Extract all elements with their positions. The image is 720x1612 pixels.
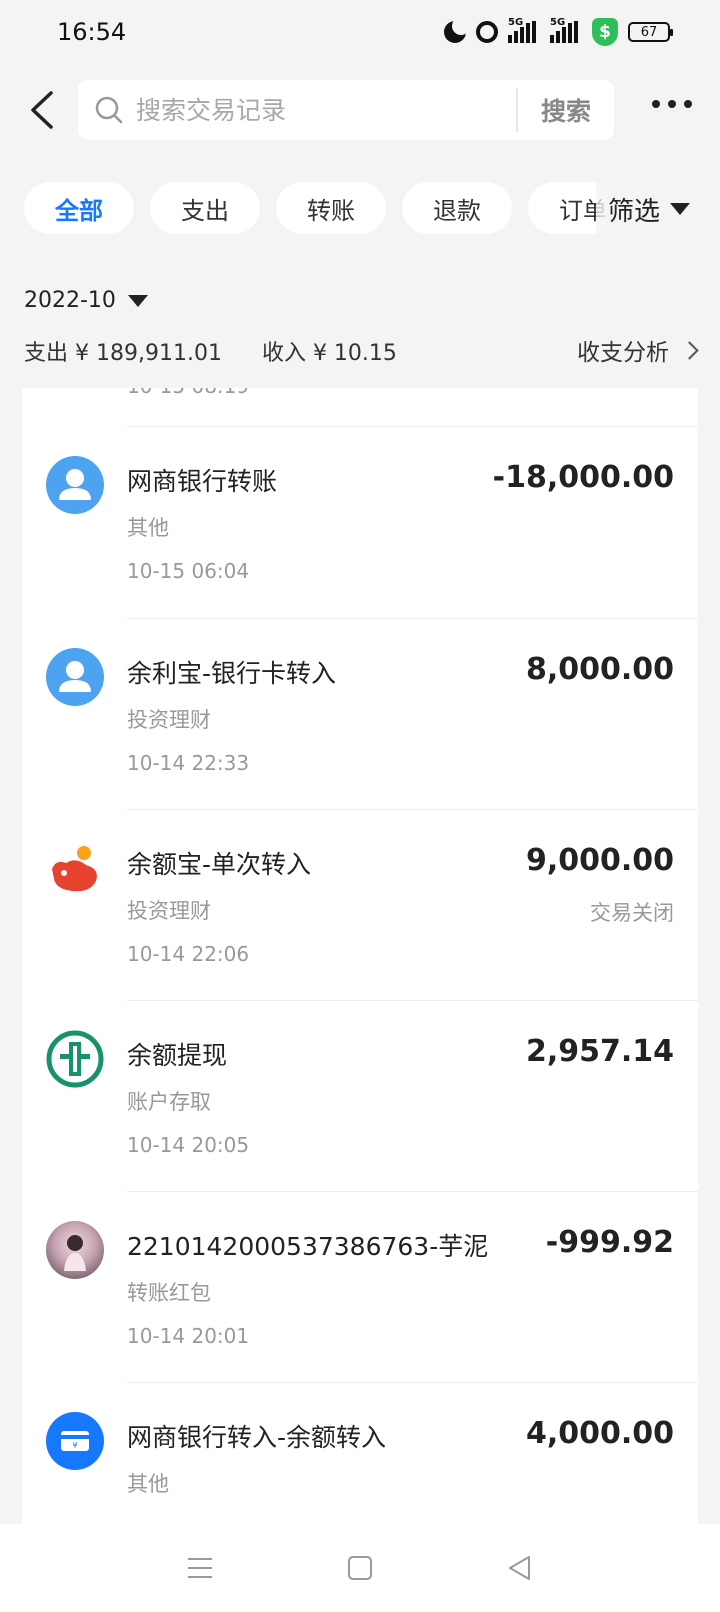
home-square-icon bbox=[348, 1556, 372, 1580]
alarm-icon bbox=[476, 21, 498, 43]
search-header: 搜索 bbox=[0, 78, 720, 142]
back-triangle-icon bbox=[509, 1556, 530, 1580]
more-dot bbox=[668, 100, 676, 108]
item-time: 10-15 06:04 bbox=[127, 559, 250, 583]
search-button[interactable]: 搜索 bbox=[518, 92, 614, 128]
svg-text:¥: ¥ bbox=[72, 1441, 77, 1450]
person-icon bbox=[46, 648, 104, 706]
item-time: 10-14 22:33 bbox=[127, 751, 250, 775]
signal-5g-icon: 5G bbox=[550, 17, 582, 43]
shield-dollar-icon: $ bbox=[592, 18, 618, 46]
item-category: 投资理财 bbox=[127, 708, 211, 732]
list-item[interactable]: ¥ 网商银行转入-余额转入 其他 4,000.00 bbox=[22, 1382, 698, 1524]
item-status: 交易关闭 bbox=[590, 901, 674, 925]
list-item-partial[interactable]: 10-15 08:19 bbox=[22, 388, 698, 428]
moon-icon bbox=[444, 17, 470, 43]
item-title: 网商银行转入-余额转入 bbox=[127, 1423, 387, 1452]
status-icons: 5G 5G $ 67 bbox=[444, 17, 673, 46]
menu-icon bbox=[188, 1558, 212, 1578]
item-amount: 4,000.00 bbox=[525, 1416, 674, 1451]
bank-logo-icon bbox=[46, 1030, 104, 1088]
search-box[interactable]: 搜索 bbox=[78, 80, 614, 140]
list-item[interactable]: 余利宝-银行卡转入 投资理财 10-14 22:33 8,000.00 bbox=[22, 618, 698, 814]
item-title: 余额宝-单次转入 bbox=[127, 850, 312, 879]
more-button[interactable] bbox=[652, 100, 692, 108]
menu-button[interactable] bbox=[180, 1548, 220, 1588]
divider bbox=[127, 1382, 698, 1383]
chevron-left-icon bbox=[31, 91, 53, 129]
list-item[interactable]: 2210142000537386763-芋泥 转账红包 10-14 20:01 … bbox=[22, 1191, 698, 1387]
caret-down-icon bbox=[670, 203, 691, 215]
list-item[interactable]: 网商银行转账 其他 10-15 06:04 -18,000.00 bbox=[22, 426, 698, 622]
list-item[interactable]: 余额提现 账户存取 10-14 20:05 2,957.14 bbox=[22, 1000, 698, 1196]
battery-icon: 67 bbox=[628, 22, 673, 42]
item-amount: 8,000.00 bbox=[525, 652, 674, 687]
item-amount: 2,957.14 bbox=[525, 1034, 674, 1069]
transaction-list: 10-15 08:19 网商银行转账 其他 10-15 06:04 -18,00… bbox=[22, 388, 698, 1524]
search-input[interactable] bbox=[124, 95, 516, 125]
filter-button[interactable]: 筛选 bbox=[596, 182, 720, 236]
item-amount: 9,000.00 bbox=[525, 843, 674, 878]
signal-5g-icon: 5G bbox=[508, 17, 540, 43]
divider bbox=[127, 809, 698, 810]
item-category: 转账红包 bbox=[127, 1281, 211, 1305]
item-amount: -999.92 bbox=[545, 1225, 674, 1260]
filter-label: 筛选 bbox=[608, 196, 661, 227]
item-category: 投资理财 bbox=[127, 899, 211, 923]
status-time: 16:54 bbox=[57, 18, 127, 46]
yuebao-icon bbox=[46, 839, 104, 897]
status-bar: 16:54 5G 5G $ 67 bbox=[0, 0, 720, 64]
item-category: 账户存取 bbox=[127, 1090, 211, 1114]
analysis-label: 收支分析 bbox=[577, 340, 669, 366]
list-item[interactable]: 余额宝-单次转入 投资理财 10-14 22:06 9,000.00 交易关闭 bbox=[22, 809, 698, 1005]
divider bbox=[127, 1191, 698, 1192]
item-title: 2210142000537386763-芋泥 bbox=[127, 1232, 489, 1261]
summary-row: 支出 ¥ 189,911.01 收入 ¥ 10.15 收支分析 bbox=[24, 333, 699, 367]
income-total: 收入 ¥ 10.15 bbox=[261, 341, 397, 366]
item-time: 10-14 20:05 bbox=[127, 1133, 250, 1157]
analysis-link[interactable]: 收支分析 bbox=[577, 333, 699, 367]
month-selector[interactable]: 2022-10 bbox=[24, 288, 148, 313]
item-title: 余额提现 bbox=[127, 1041, 228, 1070]
divider bbox=[127, 618, 698, 619]
caret-down-icon bbox=[127, 294, 148, 307]
search-icon bbox=[94, 95, 124, 125]
divider bbox=[127, 426, 698, 427]
item-time: 10-14 20:01 bbox=[127, 1324, 250, 1348]
item-title: 余利宝-银行卡转入 bbox=[127, 659, 337, 688]
back-nav-button[interactable] bbox=[500, 1548, 540, 1588]
filter-chips: 全部 支出 转账 退款 订单 筛选 bbox=[0, 182, 720, 236]
card-icon: ¥ bbox=[46, 1412, 104, 1470]
chip-expense[interactable]: 支出 bbox=[150, 182, 260, 234]
item-time: 10-14 22:06 bbox=[127, 942, 250, 966]
chevron-right-icon bbox=[680, 340, 699, 360]
chip-transfer[interactable]: 转账 bbox=[276, 182, 386, 234]
chip-all[interactable]: 全部 bbox=[24, 182, 134, 234]
user-photo bbox=[46, 1221, 104, 1279]
divider bbox=[127, 1000, 698, 1001]
expense-total: 支出 ¥ 189,911.01 bbox=[24, 341, 222, 366]
item-title: 网商银行转账 bbox=[127, 467, 278, 496]
more-dot bbox=[652, 100, 660, 108]
more-dot bbox=[684, 100, 692, 108]
home-button[interactable] bbox=[340, 1548, 380, 1588]
item-amount: -18,000.00 bbox=[492, 460, 674, 495]
person-icon bbox=[46, 456, 104, 514]
item-category: 其他 bbox=[127, 1472, 169, 1496]
back-button[interactable] bbox=[22, 88, 62, 132]
month-label: 2022-10 bbox=[24, 288, 116, 313]
item-category: 其他 bbox=[127, 516, 169, 540]
system-nav-bar bbox=[0, 1524, 720, 1612]
item-time: 10-15 08:19 bbox=[127, 388, 249, 398]
chip-refund[interactable]: 退款 bbox=[402, 182, 512, 234]
